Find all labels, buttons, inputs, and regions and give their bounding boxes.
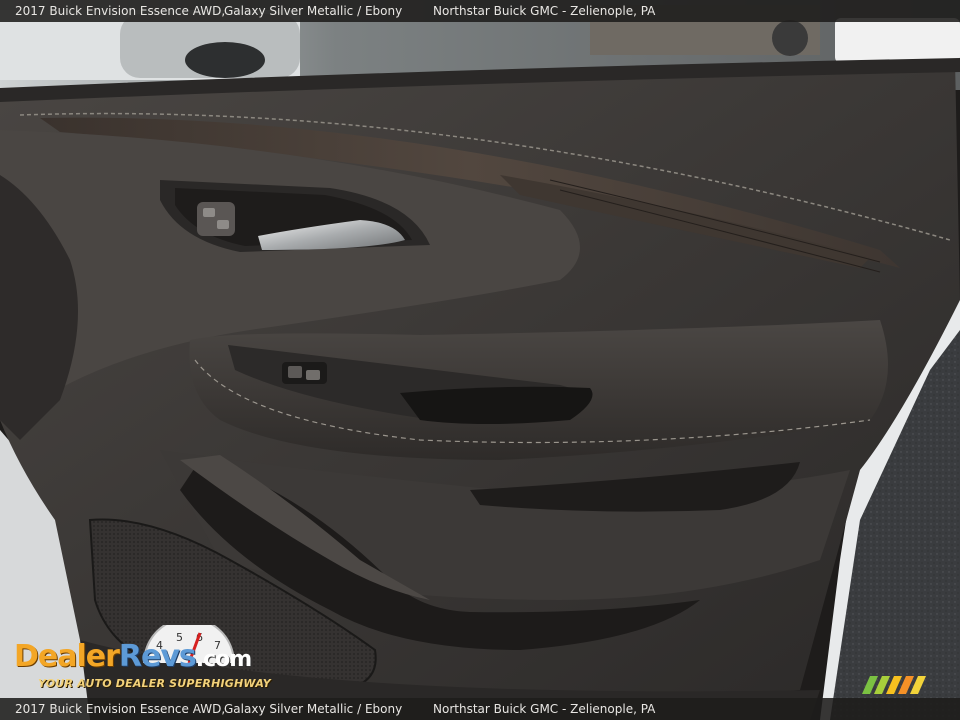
caption-dealer: Northstar Buick GMC - Zelienople, PA — [433, 4, 656, 18]
door-interior-photo — [0, 0, 960, 720]
caption-bar-bottom: 2017 Buick Envision Essence AWD, Galaxy … — [0, 698, 960, 720]
watermark-tagline: YOUR AUTO DEALER SUPERHIGHWAY — [38, 677, 271, 690]
caption-color: Galaxy Silver Metallic / Ebony — [224, 702, 403, 716]
watermark-brand: DealerRevs.com — [14, 639, 252, 674]
dealerrevs-watermark: 4 5 6 7 DealerRevs.com YOUR AUTO DEALER … — [12, 625, 272, 695]
watermark-brand-dealer: Dealer — [14, 639, 120, 674]
caption-bar-top: 2017 Buick Envision Essence AWD, Galaxy … — [0, 0, 960, 22]
watermark-brand-com: .com — [195, 647, 252, 672]
caption-model: 2017 Buick Envision Essence AWD, — [15, 702, 226, 716]
stripes-logo-icon — [862, 676, 926, 694]
caption-color: Galaxy Silver Metallic / Ebony — [224, 4, 403, 18]
caption-model: 2017 Buick Envision Essence AWD, — [15, 4, 226, 18]
watermark-brand-revs: Revs — [118, 639, 197, 674]
caption-dealer: Northstar Buick GMC - Zelienople, PA — [433, 702, 656, 716]
